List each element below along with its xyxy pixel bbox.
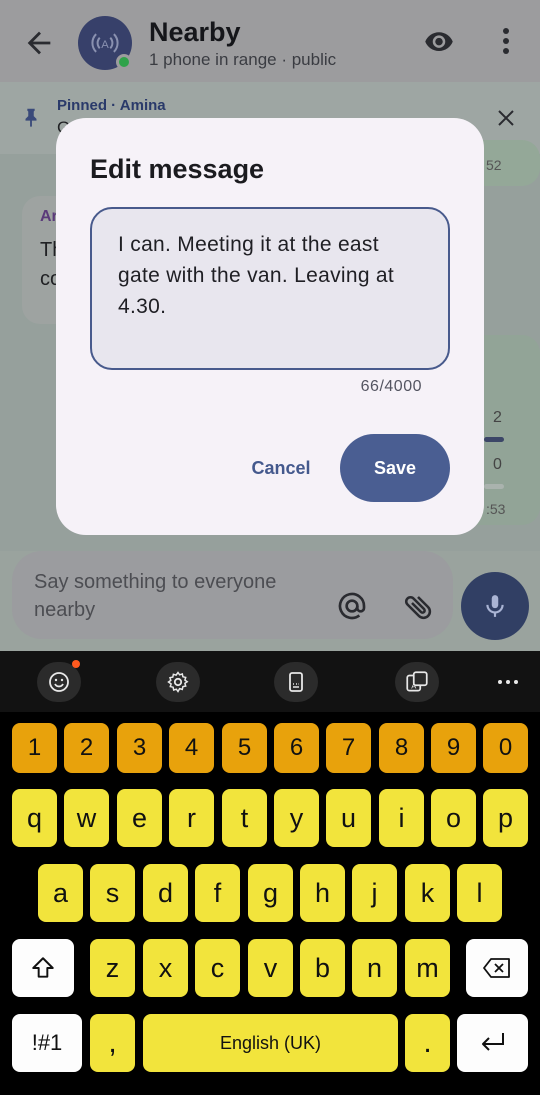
key-4[interactable]: 4	[169, 723, 214, 773]
key-8[interactable]: 8	[379, 723, 424, 773]
save-button[interactable]: Save	[340, 434, 450, 502]
svg-text:A: A	[101, 39, 109, 51]
online-status-dot	[116, 54, 132, 70]
symbols-key[interactable]: !#1	[12, 1014, 82, 1072]
poll-bar	[484, 484, 504, 489]
enter-key[interactable]	[457, 1014, 528, 1072]
key-5[interactable]: 5	[222, 723, 267, 773]
key-2[interactable]: 2	[64, 723, 109, 773]
mic-icon	[486, 595, 504, 617]
mic-button[interactable]	[461, 572, 529, 640]
cancel-button[interactable]: Cancel	[236, 446, 326, 490]
chat-subtitle: 1 phone in range · public	[149, 50, 337, 69]
key-s[interactable]: s	[90, 864, 135, 922]
key-u[interactable]: u	[326, 789, 371, 847]
enter-icon	[481, 1033, 504, 1051]
emoji-button[interactable]	[37, 662, 81, 702]
key-j[interactable]: j	[352, 864, 397, 922]
key-6[interactable]: 6	[274, 723, 319, 773]
key-o[interactable]: o	[431, 789, 476, 847]
settings-button[interactable]	[156, 662, 200, 702]
keyboard-mode-icon	[289, 672, 303, 692]
key-v[interactable]: v	[248, 939, 293, 997]
backspace-icon	[483, 958, 510, 978]
pin-icon	[25, 108, 37, 128]
emoji-icon	[49, 672, 69, 692]
space-bar[interactable]: English (UK)	[143, 1014, 398, 1072]
key-1[interactable]: 1	[12, 723, 57, 773]
notification-dot	[72, 660, 80, 668]
pinned-label: Pinned · Amina	[57, 97, 166, 114]
key-h[interactable]: h	[300, 864, 345, 922]
key-r[interactable]: r	[169, 789, 214, 847]
key-q[interactable]: q	[12, 789, 57, 847]
key-c[interactable]: c	[195, 939, 240, 997]
character-counter: 66/4000	[360, 378, 422, 395]
backspace-key[interactable]	[466, 939, 528, 997]
shift-icon	[32, 957, 54, 978]
key-f[interactable]: f	[195, 864, 240, 922]
key-l[interactable]: l	[457, 864, 502, 922]
key-g[interactable]: g	[248, 864, 293, 922]
mention-icon[interactable]	[336, 590, 368, 622]
translate-icon: A	[406, 671, 428, 692]
gear-icon	[167, 671, 189, 693]
more-horiz-icon[interactable]	[496, 670, 520, 694]
key-0[interactable]: 0	[483, 723, 528, 773]
key-y[interactable]: y	[274, 789, 319, 847]
key-m[interactable]: m	[405, 939, 450, 997]
key-9[interactable]: 9	[431, 723, 476, 773]
eye-icon[interactable]	[421, 26, 457, 56]
one-handed-mode-button[interactable]	[274, 662, 318, 702]
edit-message-field[interactable]: I can. Meeting it at the east gate with …	[90, 207, 450, 370]
poll-option-count: 2	[493, 409, 502, 426]
key-7[interactable]: 7	[326, 723, 371, 773]
period-key[interactable]: .	[405, 1014, 450, 1072]
key-d[interactable]: d	[143, 864, 188, 922]
comma-key[interactable]: ,	[90, 1014, 135, 1072]
key-e[interactable]: e	[117, 789, 162, 847]
poll-bar	[484, 437, 504, 442]
translate-button[interactable]: A	[395, 662, 439, 702]
key-z[interactable]: z	[90, 939, 135, 997]
more-vert-icon[interactable]	[494, 24, 518, 58]
key-b[interactable]: b	[300, 939, 345, 997]
attach-icon[interactable]	[402, 590, 436, 624]
dialog-title: Edit message	[90, 154, 265, 184]
message-input-placeholder: Say something to everyone nearby	[34, 571, 277, 621]
key-i[interactable]: i	[379, 789, 424, 847]
message-time: 52	[486, 157, 502, 173]
shift-key[interactable]	[12, 939, 74, 997]
key-a[interactable]: a	[38, 864, 83, 922]
key-w[interactable]: w	[64, 789, 109, 847]
message-time: :53	[486, 501, 506, 517]
key-k[interactable]: k	[405, 864, 450, 922]
back-arrow-icon[interactable]	[22, 26, 56, 60]
close-icon[interactable]	[494, 106, 518, 130]
chat-title: Nearby	[149, 17, 241, 47]
key-n[interactable]: n	[352, 939, 397, 997]
keyboard-toolbar	[0, 651, 540, 712]
key-3[interactable]: 3	[117, 723, 162, 773]
key-x[interactable]: x	[143, 939, 188, 997]
key-p[interactable]: p	[483, 789, 528, 847]
broadcast-icon: A	[91, 33, 119, 53]
key-t[interactable]: t	[222, 789, 267, 847]
poll-option-count: 0	[493, 456, 502, 473]
